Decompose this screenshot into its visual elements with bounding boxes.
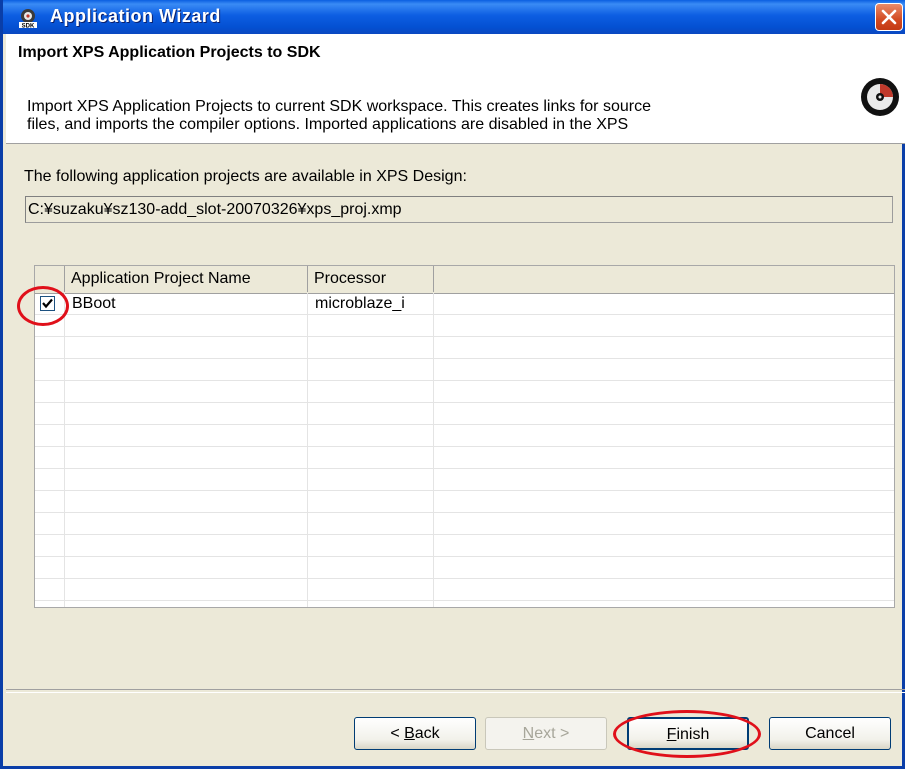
- back-button-label: ack: [414, 725, 440, 742]
- table-row: [35, 359, 894, 381]
- table-header: Application Project Name Processor: [35, 266, 894, 294]
- table-row: [35, 535, 894, 557]
- next-button[interactable]: Next >: [485, 717, 607, 750]
- project-name-cell: BBoot: [72, 295, 116, 312]
- table-row: [35, 469, 894, 491]
- checkbox-highlight-circle: [17, 286, 69, 326]
- xmp-path-field[interactable]: C:¥suzaku¥sz130-add_slot-20070326¥xps_pr…: [25, 196, 893, 223]
- next-button-label: ext >: [534, 725, 570, 742]
- column-header-processor[interactable]: Processor: [308, 266, 434, 292]
- sdk-disc-icon: [861, 74, 900, 116]
- table-row: [35, 491, 894, 513]
- table-row[interactable]: BBoot microblaze_i: [35, 293, 894, 315]
- available-projects-label: The following application projects are a…: [24, 168, 467, 185]
- table-row: [35, 403, 894, 425]
- table-row: [35, 381, 894, 403]
- application-projects-table: Application Project Name Processor BBoot…: [34, 265, 895, 608]
- processor-cell: microblaze_i: [315, 295, 405, 312]
- close-icon: [881, 9, 897, 25]
- application-wizard-window: SDK Application Wizard Import XPS Applic…: [0, 0, 905, 769]
- description-line-1: Import XPS Application Projects to curre…: [27, 98, 651, 115]
- column-header-filler: [434, 266, 894, 292]
- close-button[interactable]: [875, 3, 903, 31]
- description-line-2: files, and imports the compiler options.…: [27, 116, 629, 133]
- table-row: [35, 557, 894, 579]
- table-row: [35, 513, 894, 535]
- table-row: [35, 447, 894, 469]
- back-button-prefix: <: [390, 725, 405, 742]
- back-button[interactable]: < Back: [354, 717, 476, 750]
- table-row: [35, 579, 894, 601]
- svg-text:SDK: SDK: [22, 24, 35, 29]
- window-title: Application Wizard: [50, 6, 221, 26]
- next-button-mnemonic: N: [522, 725, 535, 742]
- table-row: [35, 337, 894, 359]
- finish-highlight-circle: [613, 710, 761, 758]
- table-row: [35, 315, 894, 337]
- cancel-button[interactable]: Cancel: [769, 717, 891, 750]
- table-row: [35, 425, 894, 447]
- page-title: Import XPS Application Projects to SDK: [18, 44, 321, 61]
- column-header-project-name[interactable]: Application Project Name: [65, 266, 308, 292]
- sdk-app-icon: SDK: [19, 9, 37, 29]
- title-bar[interactable]: SDK Application Wizard: [3, 0, 905, 34]
- wizard-header: Import XPS Application Projects to SDK I…: [6, 34, 905, 144]
- button-separator: [6, 689, 905, 693]
- column-divider: [64, 293, 65, 607]
- column-divider: [433, 293, 434, 607]
- page-description: Import XPS Application Projects to curre…: [27, 98, 837, 134]
- back-button-mnemonic: B: [404, 725, 415, 742]
- column-divider: [307, 293, 308, 607]
